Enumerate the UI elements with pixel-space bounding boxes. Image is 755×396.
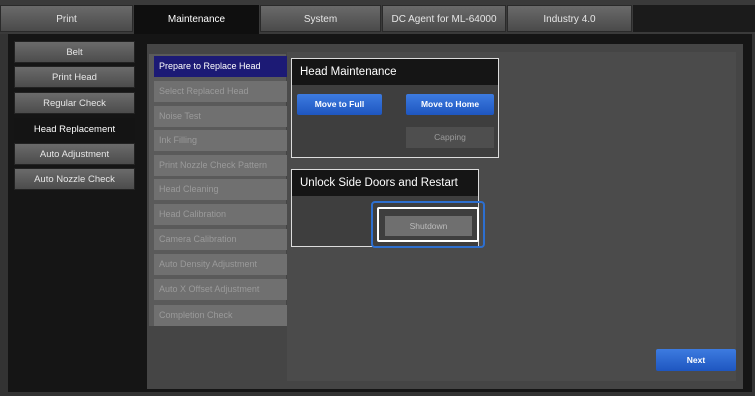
sidebar-item-auto-nozzle-check[interactable]: Auto Nozzle Check bbox=[14, 168, 135, 190]
shutdown-button[interactable]: Shutdown bbox=[385, 216, 472, 236]
step-auto-x-offset-adjustment[interactable]: Auto X Offset Adjustment bbox=[154, 279, 287, 300]
tab-bar-filler bbox=[633, 5, 755, 32]
capping-button[interactable]: Capping bbox=[406, 127, 494, 148]
sidebar-item-auto-adjustment[interactable]: Auto Adjustment bbox=[14, 143, 135, 165]
step-noise-test[interactable]: Noise Test bbox=[154, 106, 287, 127]
step-completion-check[interactable]: Completion Check bbox=[154, 305, 287, 326]
sidebar-item-print-head[interactable]: Print Head bbox=[14, 66, 135, 88]
step-select-replaced-head[interactable]: Select Replaced Head bbox=[154, 81, 287, 102]
sidebar-item-belt[interactable]: Belt bbox=[14, 41, 135, 63]
tab-maintenance[interactable]: Maintenance bbox=[134, 5, 259, 34]
tab-system[interactable]: System bbox=[260, 5, 381, 32]
step-head-cleaning[interactable]: Head Cleaning bbox=[154, 179, 287, 200]
tab-print[interactable]: Print bbox=[0, 5, 133, 32]
sidebar-item-head-replacement[interactable]: Head Replacement bbox=[14, 118, 135, 140]
move-to-full-button[interactable]: Move to Full bbox=[297, 94, 382, 115]
step-ink-filling[interactable]: Ink Filling bbox=[154, 130, 287, 151]
step-head-calibration[interactable]: Head Calibration bbox=[154, 204, 287, 225]
step-prepare-replace-head[interactable]: Prepare to Replace Head bbox=[154, 56, 287, 77]
head-maintenance-title: Head Maintenance bbox=[292, 59, 498, 85]
move-to-home-button[interactable]: Move to Home bbox=[406, 94, 494, 115]
top-tab-bar: Print Maintenance System DC Agent for ML… bbox=[0, 0, 755, 34]
step-camera-calibration[interactable]: Camera Calibration bbox=[154, 229, 287, 250]
step-print-nozzle-check-pattern[interactable]: Print Nozzle Check Pattern bbox=[154, 155, 287, 176]
tab-dc-agent[interactable]: DC Agent for ML-64000 bbox=[382, 5, 506, 32]
tab-industry-4[interactable]: Industry 4.0 bbox=[507, 5, 632, 32]
step-auto-density-adjustment[interactable]: Auto Density Adjustment bbox=[154, 254, 287, 275]
unlock-restart-title: Unlock Side Doors and Restart bbox=[292, 170, 478, 196]
next-button[interactable]: Next bbox=[656, 349, 736, 371]
sidebar-item-regular-check[interactable]: Regular Check bbox=[14, 92, 135, 114]
